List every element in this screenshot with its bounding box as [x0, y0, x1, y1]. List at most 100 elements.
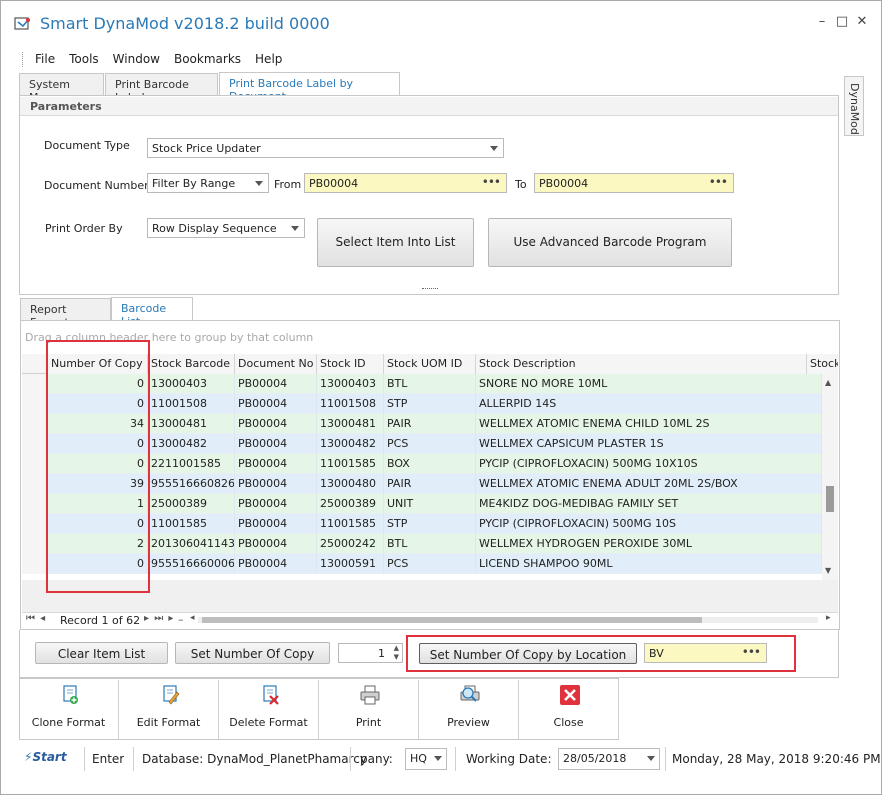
cell-stock-uom-id[interactable]: PAIR [384, 474, 476, 494]
clear-item-list-button[interactable]: Clear Item List [35, 642, 168, 664]
cell-stock-description[interactable]: LICEND SHAMPOO 90ML [476, 554, 822, 574]
column-header-document-no[interactable]: Document No [235, 354, 317, 374]
tab-barcode-list[interactable]: Barcode List [111, 297, 193, 328]
stepper-down-icon[interactable]: ▼ [394, 653, 399, 661]
cell-stock-barcode[interactable]: 13000403 [148, 374, 235, 394]
cell-stock-barcode[interactable]: 201306041143 [148, 534, 235, 554]
cell-document-no[interactable]: PB00004 [235, 474, 317, 494]
document-number-filter-combo[interactable]: Filter By Range [147, 173, 269, 193]
vertical-scrollbar[interactable] [822, 374, 838, 580]
tab-report-format[interactable]: Report Format [20, 298, 111, 329]
column-header-stock-id[interactable]: Stock ID [317, 354, 384, 374]
column-header-stock-more[interactable]: Stock [807, 354, 838, 374]
cell-document-no[interactable]: PB00004 [235, 434, 317, 454]
location-field[interactable]: BV ••• [644, 643, 767, 663]
tab-print-barcode-label[interactable]: Print Barcode Label [105, 73, 218, 104]
nav-remove-icon[interactable]: – [178, 613, 184, 626]
vertical-scroll-thumb[interactable] [826, 486, 834, 512]
cell-stock-barcode[interactable]: 9555166600065 [148, 554, 235, 574]
row-indicator[interactable] [22, 434, 48, 454]
horizontal-scroll-thumb[interactable] [202, 617, 702, 623]
menu-tools[interactable]: Tools [62, 50, 106, 68]
cell-stock-uom-id[interactable]: BTL [384, 534, 476, 554]
cell-stock-description[interactable]: WELLMEX ATOMIC ENEMA CHILD 10ML 2S [476, 414, 822, 434]
tab-print-barcode-label-by-document[interactable]: Print Barcode Label by Document [219, 72, 400, 103]
preview-button[interactable]: Preview [419, 680, 519, 739]
row-indicator[interactable] [22, 454, 48, 474]
close-window-button[interactable]: ✕ [852, 14, 872, 34]
print-button[interactable]: Print [319, 680, 419, 739]
cell-stock-uom-id[interactable]: PAIR [384, 414, 476, 434]
cell-stock-description[interactable]: WELLMEX CAPSICUM PLASTER 1S [476, 434, 822, 454]
menu-help[interactable]: Help [248, 50, 289, 68]
cell-stock-barcode[interactable]: 13000481 [148, 414, 235, 434]
minimize-button[interactable]: – [812, 14, 832, 34]
row-indicator[interactable] [22, 514, 48, 534]
row-indicator[interactable] [22, 414, 48, 434]
cell-stock-barcode[interactable]: 25000389 [148, 494, 235, 514]
column-header-stock-barcode[interactable]: Stock Barcode [148, 354, 235, 374]
cell-stock-uom-id[interactable]: STP [384, 514, 476, 534]
set-number-of-copy-by-location-button[interactable]: Set Number Of Copy by Location [419, 643, 637, 664]
use-advanced-barcode-button[interactable]: Use Advanced Barcode Program [488, 218, 732, 267]
cell-stock-id[interactable]: 25000242 [317, 534, 384, 554]
splitter-grip[interactable] [422, 288, 438, 290]
cell-document-no[interactable]: PB00004 [235, 514, 317, 534]
close-button[interactable]: Close [519, 680, 619, 739]
cell-document-no[interactable]: PB00004 [235, 554, 317, 574]
company-combo[interactable]: HQ [405, 748, 447, 770]
cell-stock-description[interactable]: WELLMEX HYDROGEN PEROXIDE 30ML [476, 534, 822, 554]
menu-file[interactable]: File [28, 50, 62, 68]
start-button[interactable]: ⚡Start [24, 750, 67, 764]
cell-stock-id[interactable]: 13000480 [317, 474, 384, 494]
maximize-button[interactable]: □ [832, 14, 852, 34]
row-indicator[interactable] [22, 474, 48, 494]
cell-stock-description[interactable]: ME4KIDZ DOG-MEDIBAG FAMILY SET [476, 494, 822, 514]
cell-document-no[interactable]: PB00004 [235, 534, 317, 554]
column-header-stock-uom-id[interactable]: Stock UOM ID [384, 354, 476, 374]
cell-stock-uom-id[interactable]: BOX [384, 454, 476, 474]
clone-format-button[interactable]: Clone Format [19, 680, 119, 739]
cell-stock-uom-id[interactable]: PCS [384, 434, 476, 454]
cell-stock-id[interactable]: 13000482 [317, 434, 384, 454]
scroll-left-icon[interactable]: ◂ [190, 613, 195, 623]
cell-stock-id[interactable]: 13000403 [317, 374, 384, 394]
row-indicator[interactable] [22, 394, 48, 414]
select-item-into-list-button[interactable]: Select Item Into List [317, 218, 474, 267]
cell-stock-id[interactable]: 25000389 [317, 494, 384, 514]
cell-stock-uom-id[interactable]: PCS [384, 554, 476, 574]
cell-stock-id[interactable]: 13000591 [317, 554, 384, 574]
cell-document-no[interactable]: PB00004 [235, 394, 317, 414]
cell-stock-uom-id[interactable]: BTL [384, 374, 476, 394]
print-order-combo[interactable]: Row Display Sequence [147, 218, 305, 238]
cell-stock-barcode[interactable]: 2211001585 [148, 454, 235, 474]
column-header-stock-description[interactable]: Stock Description [476, 354, 807, 374]
menu-bookmarks[interactable]: Bookmarks [167, 50, 248, 68]
row-indicator[interactable] [22, 494, 48, 514]
cell-stock-description[interactable]: ALLERPID 14S [476, 394, 822, 414]
nav-first-prev-icon[interactable]: ⏮ ◂ [26, 613, 46, 624]
document-type-combo[interactable]: Stock Price Updater [147, 138, 504, 158]
cell-stock-description[interactable]: PYCIP (CIPROFLOXACIN) 500MG 10S [476, 514, 822, 534]
scroll-down-icon[interactable]: ▼ [825, 566, 831, 575]
nav-next-last-icon[interactable]: ▸ ⏭ ▸ [144, 613, 174, 624]
working-date-field[interactable]: 28/05/2018 [558, 748, 660, 770]
scroll-up-icon[interactable]: ▲ [825, 378, 831, 387]
scroll-right-icon[interactable]: ▸ [826, 613, 831, 623]
ellipsis-button-icon[interactable]: ••• [709, 175, 728, 189]
ellipsis-button-icon[interactable]: ••• [742, 645, 761, 659]
cell-stock-id[interactable]: 11001585 [317, 454, 384, 474]
cell-document-no[interactable]: PB00004 [235, 494, 317, 514]
cell-stock-id[interactable]: 13000481 [317, 414, 384, 434]
stepper-up-icon[interactable]: ▲ [394, 644, 399, 652]
cell-stock-barcode[interactable]: 9555166608269 [148, 474, 235, 494]
row-indicator[interactable] [22, 554, 48, 574]
side-tab-dynamod[interactable]: DynaMod [844, 76, 864, 136]
cell-document-no[interactable]: PB00004 [235, 374, 317, 394]
cell-document-no[interactable]: PB00004 [235, 454, 317, 474]
cell-stock-uom-id[interactable]: STP [384, 394, 476, 414]
cell-stock-uom-id[interactable]: UNIT [384, 494, 476, 514]
ellipsis-button-icon[interactable]: ••• [482, 175, 501, 189]
copy-quantity-stepper[interactable]: 1 ▲ ▼ [338, 643, 403, 663]
set-number-of-copy-button[interactable]: Set Number Of Copy [175, 642, 330, 664]
